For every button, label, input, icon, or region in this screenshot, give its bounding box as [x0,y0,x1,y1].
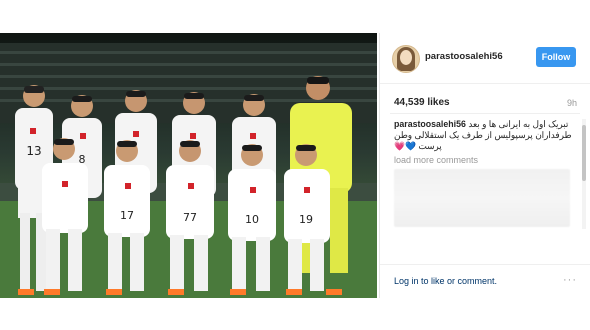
caption-text-3: پرست [418,141,442,151]
load-more-comments[interactable]: load more comments [394,155,574,165]
username-link[interactable]: parastoosalehi56 [425,51,503,62]
post-time[interactable]: 9h [567,98,577,108]
svg-text:77: 77 [183,211,197,224]
caption-text-2: طرفداران پرسپولیس از طرف یک استقلالی وطن [394,130,572,140]
comments-section: parastoosalehi56 تبریک اول به ایرانی ها … [394,119,574,249]
blurred-comments [394,169,570,227]
scrollbar-thumb[interactable] [582,125,586,181]
caption-username[interactable]: parastoosalehi56 [394,119,466,129]
caption: parastoosalehi56 تبریک اول به ایرانی ها … [394,119,574,152]
instagram-post: 13 8 17 77 10 19 parastoosalehi56 Follow… [0,33,590,298]
login-rest-text: to like or comment. [418,276,498,286]
svg-text:13: 13 [26,144,41,158]
login-link[interactable]: Log in [394,276,419,286]
more-options-icon[interactable]: ··· [563,274,577,286]
team-photo-image: 13 8 17 77 10 19 [0,33,377,298]
login-prompt: Log in to like or comment. [394,276,497,286]
caption-emoji: 💗💙 [394,141,416,151]
divider [390,113,580,114]
caption-text-1: تبریک اول به ایرانی ها و بعد [468,119,569,129]
post-footer: Log in to like or comment. ··· [380,264,590,299]
avatar[interactable] [392,45,420,73]
svg-text:19: 19 [299,213,313,226]
post-header: parastoosalehi56 Follow [380,33,590,84]
likes-count[interactable]: 44,539 likes [394,97,450,108]
follow-button[interactable]: Follow [536,47,576,67]
svg-text:17: 17 [120,209,134,222]
post-photo[interactable]: 13 8 17 77 10 19 [0,33,377,298]
svg-text:10: 10 [245,213,259,226]
post-sidebar: parastoosalehi56 Follow 44,539 likes 9h … [379,33,590,298]
